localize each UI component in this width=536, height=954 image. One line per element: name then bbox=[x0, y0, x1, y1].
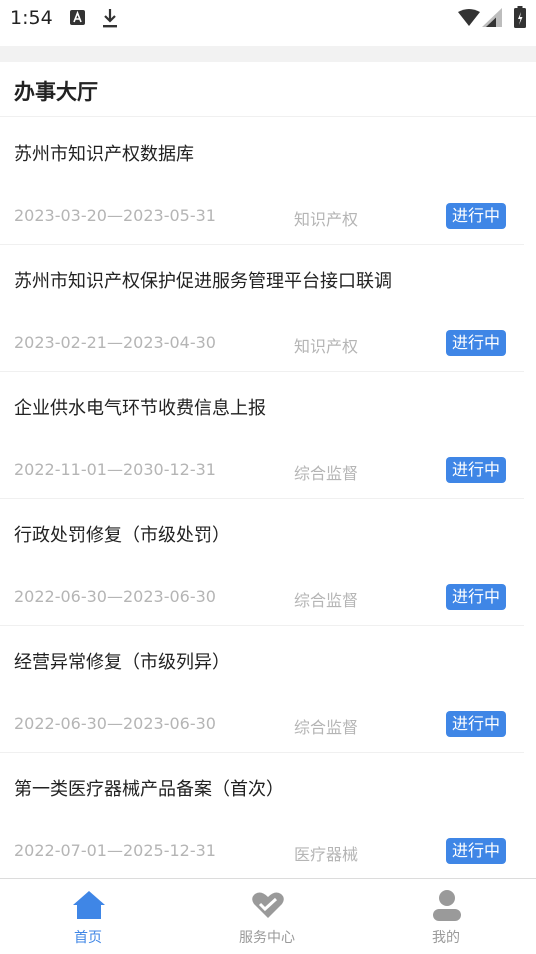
status-bar: 1:54 bbox=[0, 0, 536, 38]
status-badge: 进行中 bbox=[446, 838, 507, 864]
list-item[interactable]: 企业供水电气环节收费信息上报 2022-11-01—2030-12-31 综合监… bbox=[0, 372, 524, 499]
status-badge: 进行中 bbox=[446, 711, 507, 737]
list-item[interactable]: 苏州市知识产权数据库 2023-03-20—2023-05-31 知识产权 进行… bbox=[0, 118, 524, 245]
status-badge: 进行中 bbox=[446, 203, 507, 229]
nav-home[interactable]: 首页 bbox=[28, 879, 148, 954]
nav-mine[interactable]: 我的 bbox=[386, 879, 506, 954]
item-dates: 2022-06-30—2023-06-30 bbox=[14, 714, 216, 733]
item-title: 苏州市知识产权数据库 bbox=[14, 144, 194, 165]
a-notification-icon bbox=[70, 10, 85, 25]
status-badge: 进行中 bbox=[446, 330, 507, 356]
item-dates: 2022-07-01—2025-12-31 bbox=[14, 841, 216, 860]
item-category: 综合监督 bbox=[294, 464, 359, 483]
page-header: 办事大厅 bbox=[0, 62, 536, 117]
nav-service-label: 服务中心 bbox=[239, 930, 295, 946]
item-title: 企业供水电气环节收费信息上报 bbox=[14, 398, 266, 419]
top-spacer bbox=[0, 46, 536, 62]
item-title: 苏州市知识产权保护促进服务管理平台接口联调 bbox=[14, 271, 392, 292]
download-icon bbox=[103, 9, 117, 28]
nav-service-center[interactable]: 服务中心 bbox=[207, 879, 327, 954]
item-dates: 2022-11-01—2030-12-31 bbox=[14, 460, 216, 479]
status-badge: 进行中 bbox=[446, 457, 507, 483]
item-category: 知识产权 bbox=[294, 210, 359, 229]
item-title: 经营异常修复（市级列异） bbox=[14, 652, 230, 673]
bottom-navigation: 首页 服务中心 我的 bbox=[0, 878, 536, 954]
nav-mine-label: 我的 bbox=[432, 930, 460, 946]
wifi-icon bbox=[458, 9, 480, 26]
battery-icon bbox=[514, 6, 526, 28]
list-item[interactable]: 行政处罚修复（市级处罚） 2022-06-30—2023-06-30 综合监督 … bbox=[0, 499, 524, 626]
task-list: 苏州市知识产权数据库 2023-03-20—2023-05-31 知识产权 进行… bbox=[0, 118, 536, 880]
status-badge: 进行中 bbox=[446, 584, 507, 610]
nav-home-label: 首页 bbox=[74, 930, 102, 946]
item-category: 知识产权 bbox=[294, 337, 359, 356]
item-dates: 2023-02-21—2023-04-30 bbox=[14, 333, 216, 352]
signal-icon bbox=[482, 8, 502, 27]
item-title: 行政处罚修复（市级处罚） bbox=[14, 525, 230, 546]
item-category: 综合监督 bbox=[294, 718, 359, 737]
list-item[interactable]: 经营异常修复（市级列异） 2022-06-30—2023-06-30 综合监督 … bbox=[0, 626, 524, 753]
item-dates: 2022-06-30—2023-06-30 bbox=[14, 587, 216, 606]
page-title: 办事大厅 bbox=[14, 80, 98, 104]
item-category: 医疗器械 bbox=[294, 845, 359, 864]
home-icon bbox=[73, 891, 105, 919]
item-category: 综合监督 bbox=[294, 591, 359, 610]
item-dates: 2023-03-20—2023-05-31 bbox=[14, 206, 216, 225]
user-icon bbox=[433, 890, 461, 921]
list-item[interactable]: 第一类医疗器械产品备案（首次） 2022-07-01—2025-12-31 医疗… bbox=[0, 753, 524, 880]
list-item[interactable]: 苏州市知识产权保护促进服务管理平台接口联调 2023-02-21—2023-04… bbox=[0, 245, 524, 372]
status-time: 1:54 bbox=[10, 7, 53, 29]
item-title: 第一类医疗器械产品备案（首次） bbox=[14, 779, 284, 800]
handshake-heart-icon bbox=[252, 892, 284, 918]
